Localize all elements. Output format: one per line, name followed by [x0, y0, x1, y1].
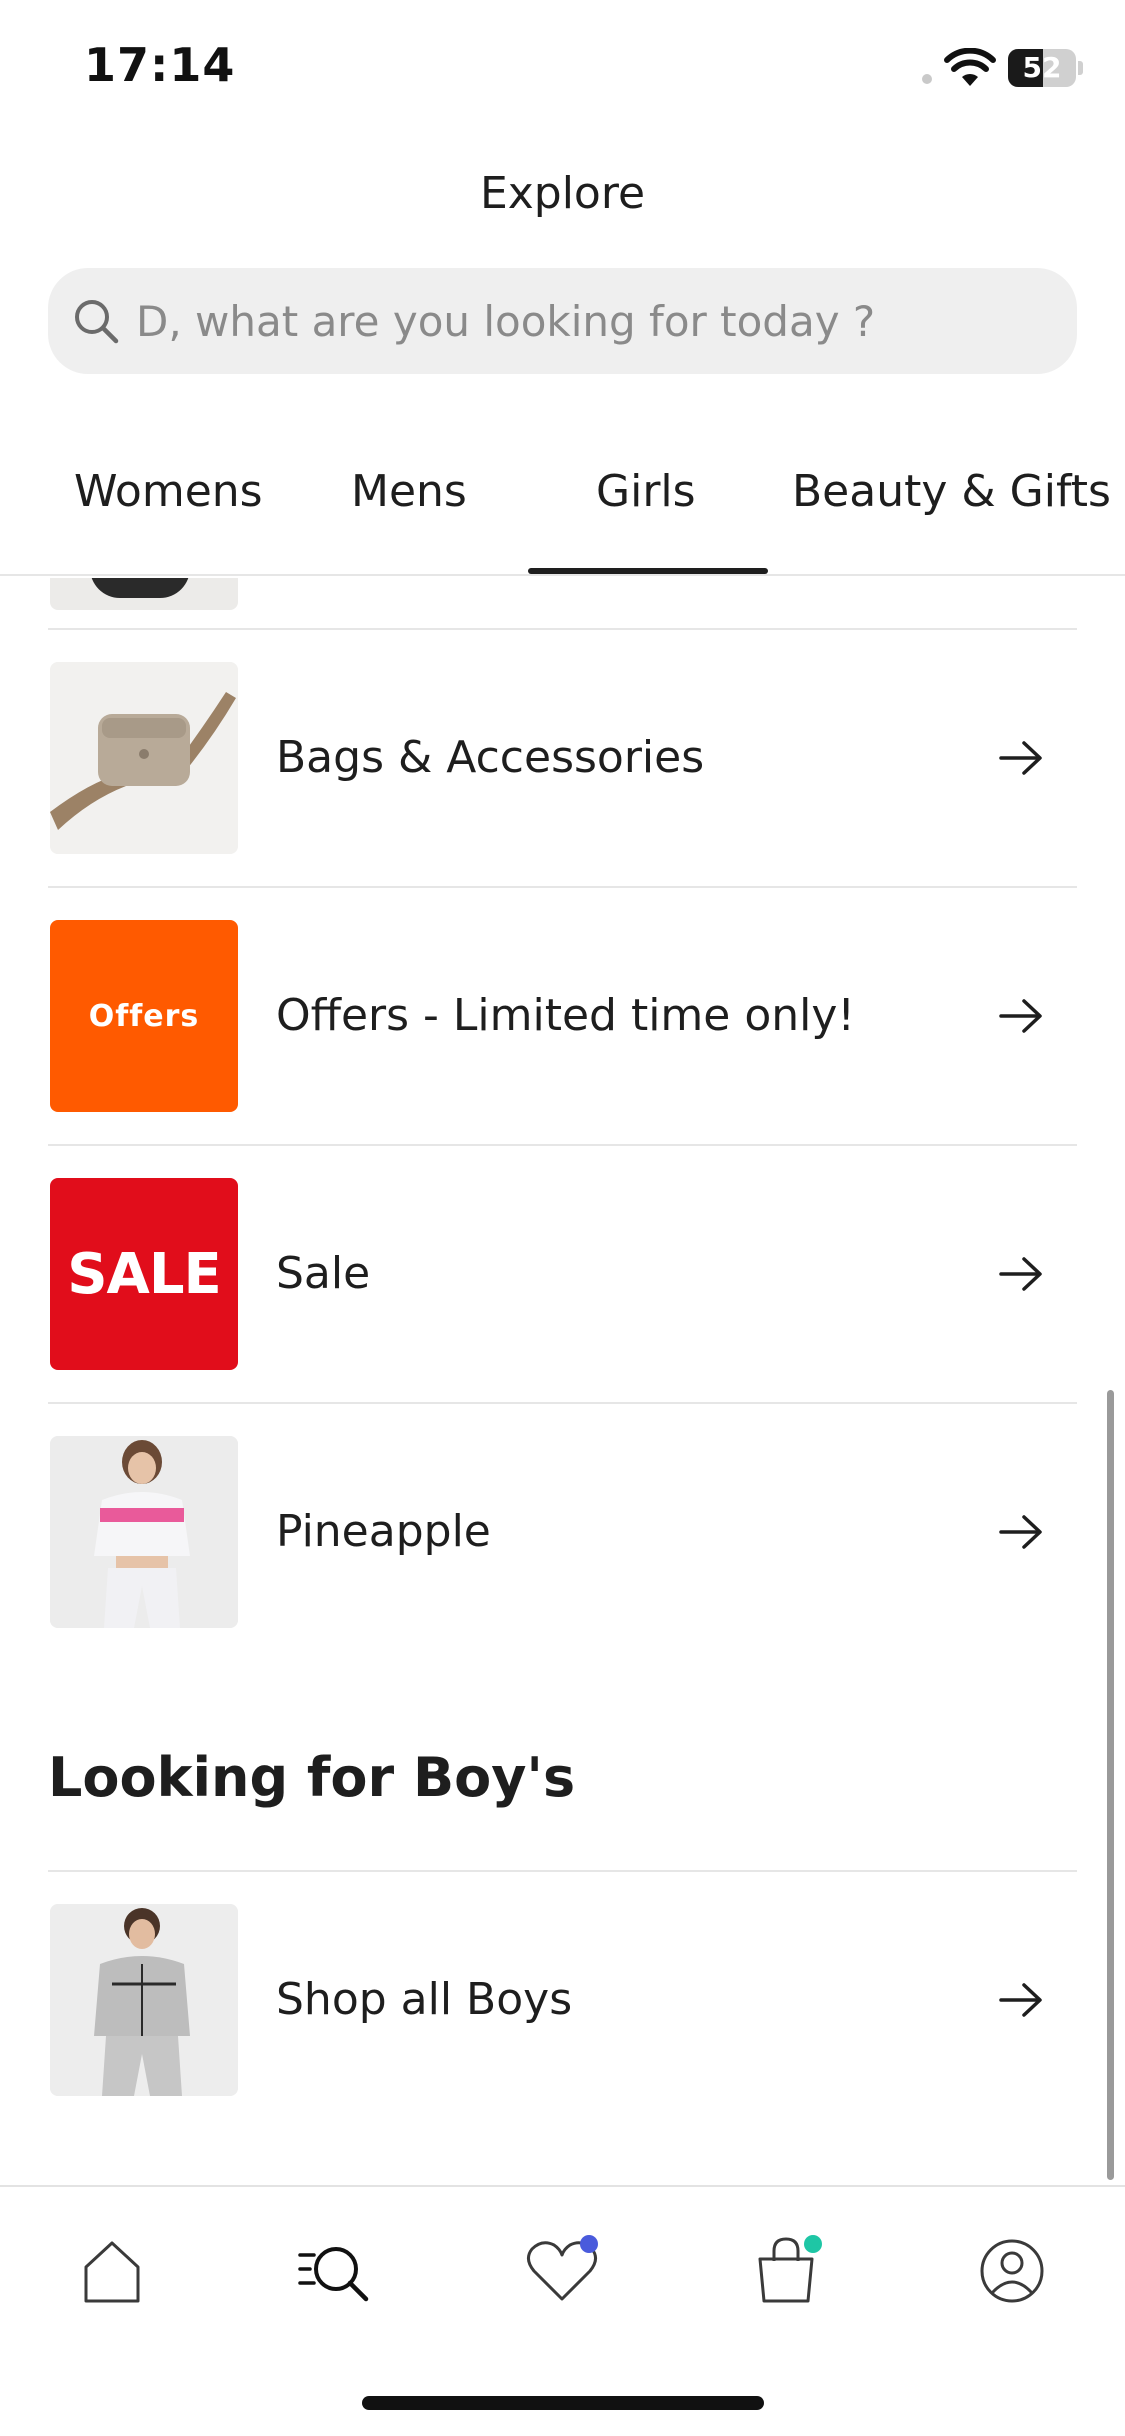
nav-bag[interactable] — [746, 2231, 826, 2311]
tab-girls[interactable]: Girls — [596, 466, 696, 576]
offers-tile: Offers — [50, 920, 238, 1112]
nav-account[interactable] — [972, 2231, 1052, 2311]
arrow-right-icon — [999, 999, 1042, 1033]
status-time: 17:14 — [84, 38, 236, 92]
sale-tile: SALE — [50, 1178, 238, 1370]
list-item-label: Bags & Accessories — [276, 732, 705, 783]
tab-mens[interactable]: Mens — [351, 466, 467, 576]
bag-image — [50, 662, 238, 854]
arrow-right-icon — [999, 1983, 1042, 2017]
boy-model-image — [50, 1904, 238, 2096]
offers-tile-text: Offers — [88, 998, 200, 1034]
list-item-shop-all-boys[interactable]: Shop all Boys — [48, 1872, 1077, 2128]
category-list: Bags & Accessories Offers Offers - Limit… — [0, 578, 1125, 2184]
list-item-label: Pineapple — [276, 1506, 491, 1557]
list-item-label: Offers - Limited time only! — [276, 990, 856, 1041]
tab-beauty-gifts[interactable]: Beauty & Gifts — [792, 466, 1111, 576]
tab-womens[interactable]: Womens — [74, 466, 263, 576]
list-item-label: Sale — [276, 1248, 371, 1299]
list-item-pineapple[interactable]: Pineapple — [48, 1404, 1077, 1660]
wishlist-badge — [580, 2235, 598, 2253]
list-item-offers[interactable]: Offers Offers - Limited time only! — [48, 888, 1077, 1144]
nav-wishlist[interactable] — [522, 2231, 602, 2311]
page-title: Explore — [479, 168, 646, 219]
girl-model-image — [50, 1436, 238, 1628]
list-item-sale[interactable]: SALE Sale — [48, 1146, 1077, 1402]
wifi-icon — [944, 48, 996, 86]
list-item-label: Shop all Boys — [276, 1974, 573, 2025]
search-icon — [75, 300, 119, 344]
partial-thumbnail — [50, 578, 238, 610]
nav-explore[interactable] — [296, 2231, 376, 2311]
nav-home[interactable] — [72, 2231, 152, 2311]
search-bar[interactable] — [48, 268, 1077, 374]
battery-cap — [1078, 61, 1083, 75]
bag-badge — [804, 2235, 822, 2253]
category-tabs: Womens Mens Girls Beauty & Gifts — [0, 440, 1125, 576]
scrollbar[interactable] — [1107, 1390, 1114, 2180]
profile-icon — [980, 2239, 1044, 2303]
search-input[interactable] — [136, 268, 1036, 374]
status-bar: 17:14 52 — [0, 0, 1125, 140]
battery-indicator: 52 — [1008, 49, 1076, 87]
explore-search-icon — [298, 2247, 369, 2302]
section-heading-boys: Looking for Boy's — [48, 1746, 576, 1809]
status-dot — [922, 74, 932, 84]
arrow-right-icon — [999, 741, 1042, 775]
sale-tile-text: SALE — [67, 1241, 222, 1307]
home-icon — [84, 2241, 140, 2303]
home-indicator — [362, 2396, 764, 2410]
battery-level: 52 — [1022, 51, 1062, 84]
arrow-right-icon — [999, 1515, 1042, 1549]
arrow-right-icon — [999, 1257, 1042, 1291]
active-tab-indicator — [528, 568, 768, 574]
list-item-bags-accessories[interactable]: Bags & Accessories — [48, 630, 1077, 886]
